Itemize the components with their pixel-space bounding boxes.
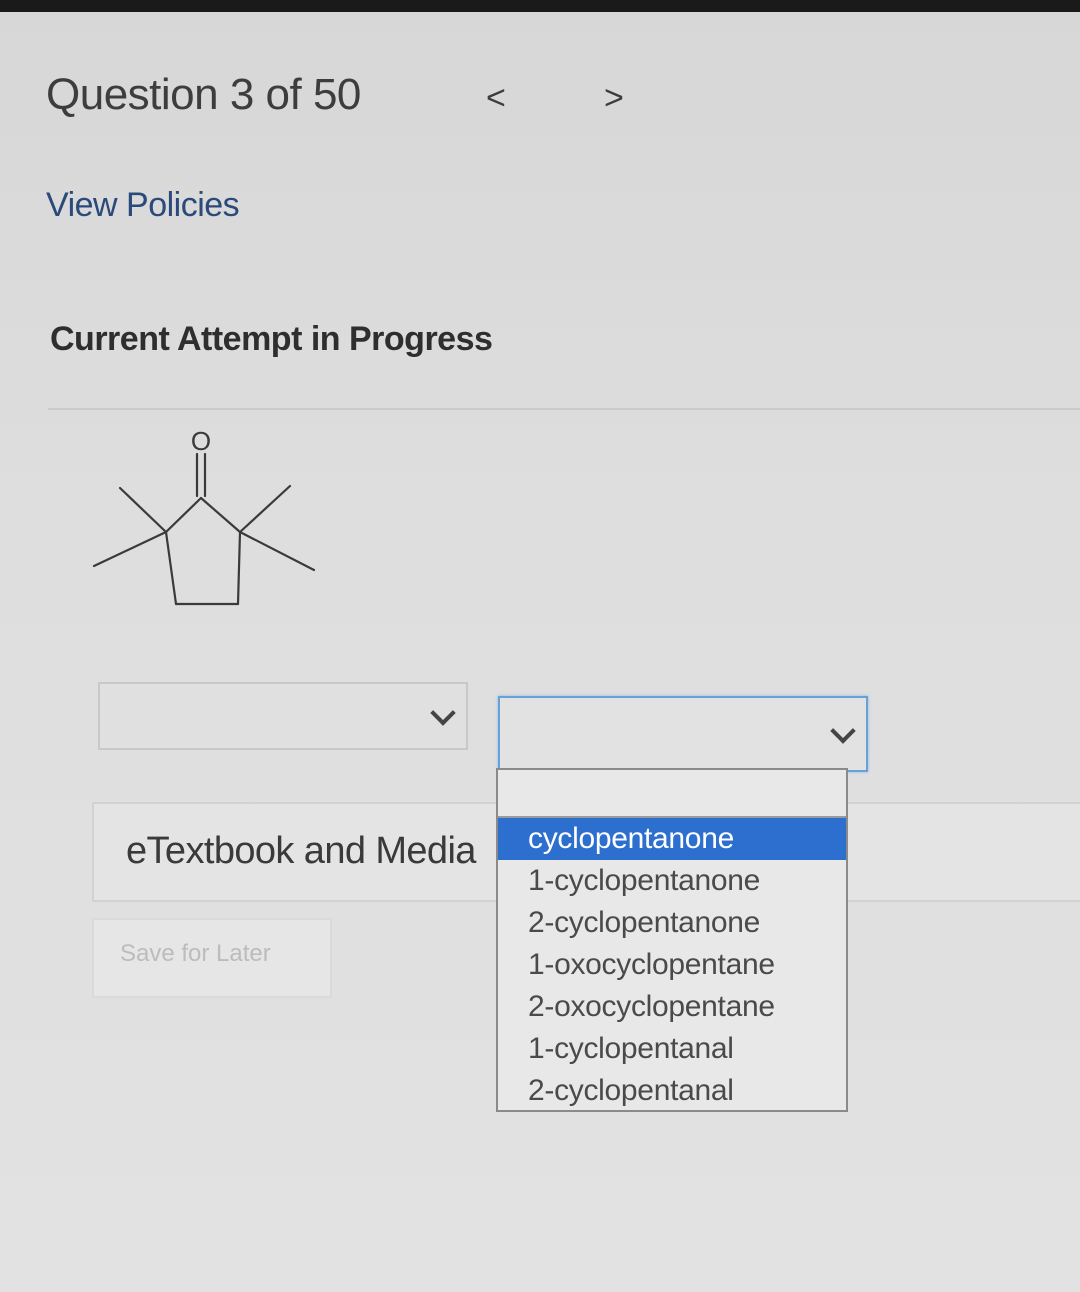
attempt-heading: Current Attempt in Progress bbox=[50, 320, 493, 358]
save-for-later-label: Save for Later bbox=[120, 940, 271, 967]
dropdown-option-2-cyclopentanone[interactable]: 2-cyclopentanone bbox=[498, 902, 846, 944]
dropdown-option-2-oxocyclopentane[interactable]: 2-oxocyclopentane bbox=[498, 986, 846, 1028]
question-title: Question 3 of 50 bbox=[46, 70, 361, 119]
dropdown-option-1-oxocyclopentane[interactable]: 1-oxocyclopentane bbox=[498, 944, 846, 986]
oxygen-atom-label: O bbox=[191, 426, 211, 456]
dropdown-option-1-cyclopentanone[interactable]: 1-cyclopentanone bbox=[498, 860, 846, 902]
heading-divider bbox=[48, 408, 1080, 410]
dropdown-option-2-cyclopentanal[interactable]: 2-cyclopentanal bbox=[498, 1070, 846, 1112]
view-policies-link[interactable]: View Policies bbox=[46, 186, 240, 225]
top-bar bbox=[0, 0, 1080, 12]
second-answer-select[interactable] bbox=[498, 696, 868, 772]
next-question-button[interactable]: > bbox=[604, 78, 624, 118]
second-select-dropdown: cyclopentanone 1-cyclopentanone 2-cyclop… bbox=[496, 768, 848, 1112]
first-answer-select[interactable] bbox=[98, 682, 468, 750]
chevron-down-icon bbox=[430, 700, 456, 726]
dropdown-option-blank[interactable] bbox=[498, 770, 846, 818]
previous-question-button[interactable]: < bbox=[486, 78, 506, 118]
etextbook-and-media-link[interactable]: eTextbook and Media bbox=[126, 830, 476, 873]
dropdown-option-1-cyclopentanal[interactable]: 1-cyclopentanal bbox=[498, 1028, 846, 1070]
dropdown-option-cyclopentanone[interactable]: cyclopentanone bbox=[498, 818, 846, 860]
chevron-down-icon bbox=[830, 718, 856, 744]
molecule-structure-image: O bbox=[92, 426, 316, 606]
